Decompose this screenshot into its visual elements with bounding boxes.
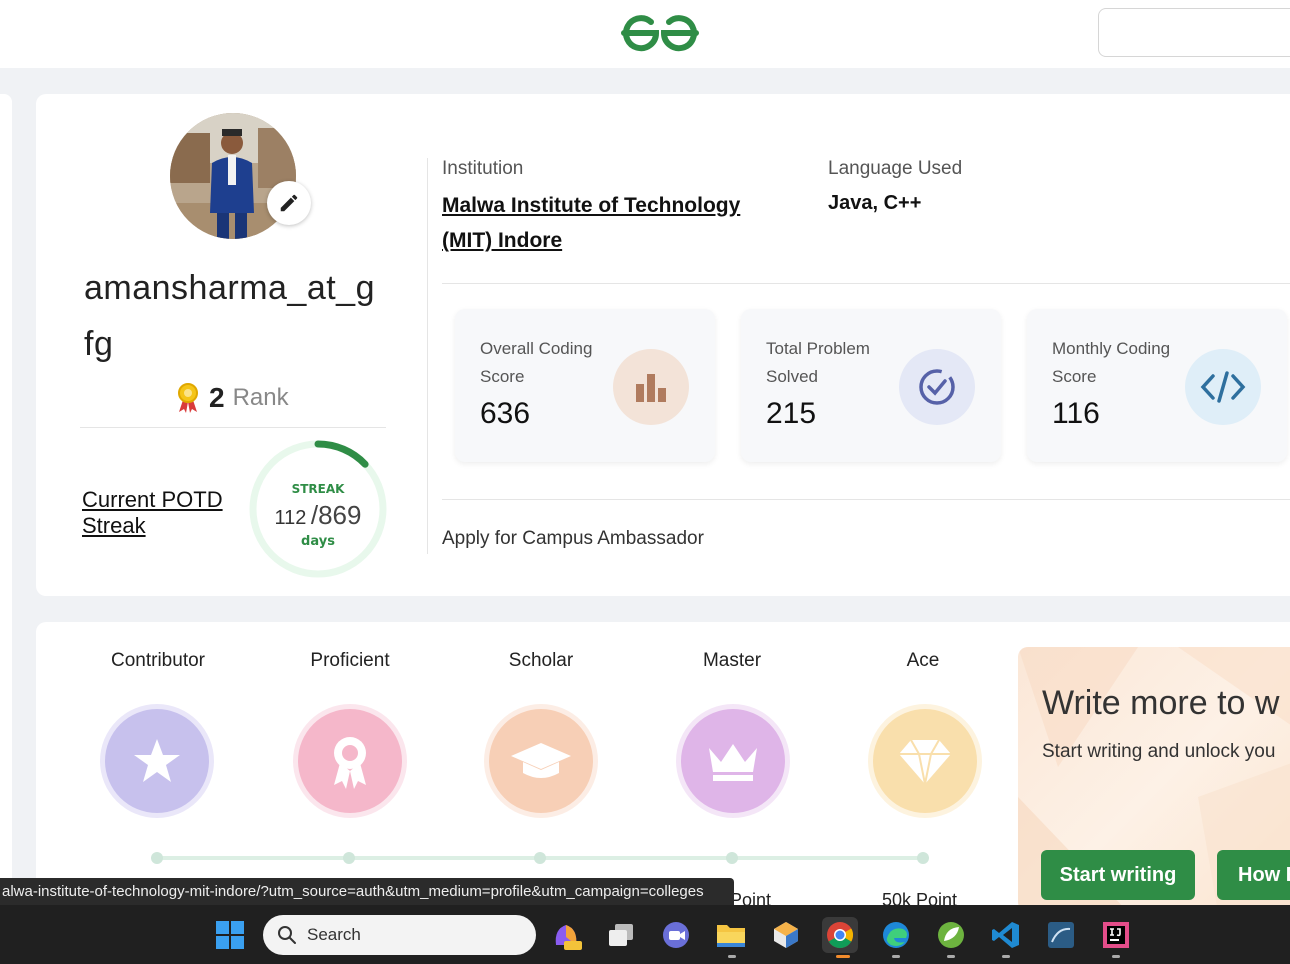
stat-card-overall-score: Overall Coding Score 636 <box>455 309 715 462</box>
rank-label: Rank <box>232 384 289 411</box>
start-writing-button[interactable]: Start writing <box>1041 850 1195 900</box>
stat-card-problems-solved: Total Problem Solved 215 <box>741 309 1001 462</box>
windows-start-icon[interactable] <box>212 917 248 953</box>
potd-streak-link[interactable]: Current POTD Streak <box>82 487 242 539</box>
streak-label: STREAK <box>291 482 345 496</box>
rank-medal-icon <box>178 383 198 413</box>
taskbar-indicator <box>728 955 736 958</box>
diamond-icon <box>873 709 977 813</box>
promo-subtitle: Start writing and unlock you <box>1042 741 1276 762</box>
intellij-icon[interactable] <box>1098 917 1134 953</box>
teams-meet-icon[interactable] <box>658 917 694 953</box>
gfg-logo[interactable] <box>620 12 700 54</box>
crown-icon <box>681 709 785 813</box>
promo-title: Write more to w <box>1042 684 1280 722</box>
windows-taskbar <box>0 905 1290 964</box>
badge-name: Ace <box>906 650 940 671</box>
chrome-icon[interactable] <box>822 917 858 953</box>
stat-card-monthly-score: Monthly Coding Score 116 <box>1027 309 1287 462</box>
status-url-tooltip: alwa-institute-of-technology-mit-indore/… <box>0 878 734 905</box>
taskbar-indicator <box>1002 955 1010 958</box>
rank-number: 2 <box>209 382 225 413</box>
taskbar-indicator <box>892 955 900 958</box>
edge-icon[interactable] <box>878 917 914 953</box>
file-explorer-icon[interactable] <box>713 917 749 953</box>
stat-value: 636 <box>480 397 531 430</box>
taskbar-indicator-active <box>836 955 850 958</box>
graduation-cap-icon <box>489 709 593 813</box>
badge-name: Proficient <box>310 650 390 671</box>
code-icon <box>1185 349 1261 425</box>
task-view-icon[interactable] <box>603 917 639 953</box>
divider <box>442 283 1290 284</box>
institution-label: Institution <box>442 158 524 179</box>
copilot-icon[interactable] <box>548 917 584 953</box>
rank-row: 2 Rank <box>175 378 289 418</box>
stat-label: Total Problem Solved <box>766 339 870 386</box>
badge-name: Scholar <box>508 650 574 671</box>
streak-total: /869 <box>310 500 362 530</box>
edit-avatar-button[interactable] <box>267 181 311 225</box>
left-panel-edge <box>0 94 12 904</box>
campus-ambassador-link[interactable]: Apply for Campus Ambassador <box>442 528 704 550</box>
stat-value: 116 <box>1052 397 1100 430</box>
progress-dot <box>726 852 738 864</box>
divider <box>442 499 1290 500</box>
badge-name: Contributor <box>111 650 205 671</box>
institution-link[interactable]: Malwa Institute of Technology (MIT) Indo… <box>442 188 772 258</box>
mysql-workbench-icon[interactable] <box>1043 917 1079 953</box>
search-icon <box>278 926 296 944</box>
pencil-icon <box>280 194 298 212</box>
username: amansharma_at_gfg <box>84 269 376 363</box>
taskbar-indicator <box>1112 955 1120 958</box>
spring-tool-icon[interactable] <box>933 917 969 953</box>
vscode-icon[interactable] <box>988 917 1024 953</box>
vertical-divider <box>427 158 428 554</box>
taskbar-indicator <box>947 955 955 958</box>
virtualbox-icon[interactable] <box>768 917 804 953</box>
bar-chart-icon <box>613 349 689 425</box>
divider <box>80 427 386 428</box>
star-icon <box>105 709 209 813</box>
language-label: Language Used <box>828 158 963 179</box>
stat-label: Overall Coding Score <box>480 339 593 386</box>
taskbar-search[interactable]: Search <box>263 915 536 955</box>
progress-dot <box>151 852 163 864</box>
streak-current: 112 <box>274 507 307 529</box>
badge-name: Master <box>702 650 762 671</box>
taskbar-search-placeholder: Search <box>307 925 361 944</box>
ribbon-icon <box>298 709 402 813</box>
header-search-box[interactable] <box>1098 8 1290 57</box>
stat-label: Monthly Coding Score <box>1052 339 1171 386</box>
progress-dot <box>343 852 355 864</box>
streak-value: 112 /869 <box>247 500 389 531</box>
progress-dot <box>917 852 929 864</box>
check-circle-icon <box>899 349 975 425</box>
streak-unit: days <box>301 534 335 549</box>
how-button[interactable]: How E <box>1217 850 1290 900</box>
language-value: Java, C++ <box>828 192 922 214</box>
progress-dot <box>534 852 546 864</box>
stat-value: 215 <box>766 397 817 430</box>
